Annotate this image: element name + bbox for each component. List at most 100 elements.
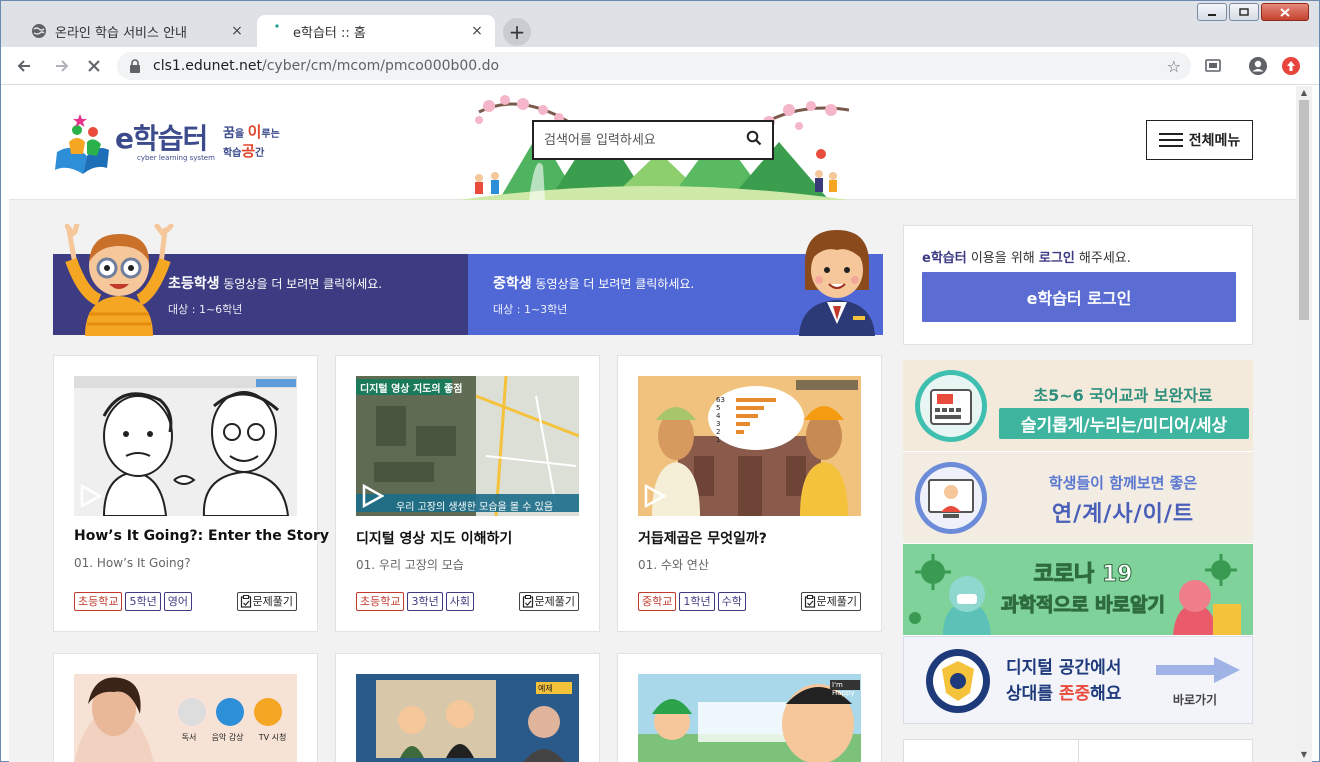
video-thumbnail[interactable]: I'm Happy — [638, 674, 861, 762]
video-unit: 01. 우리 고장의 모습 — [356, 558, 464, 572]
grade-tag: 1학년 — [679, 592, 715, 611]
promo-line1: 학생들이 함께보면 좋은 — [1048, 474, 1198, 492]
promo-covid19[interactable]: 코로나 19 과학적으로 바로알기 — [903, 544, 1253, 636]
promo-line2: 상대를 존중해요 — [1006, 684, 1122, 704]
promo-line2: 과학적으로 바로알기 — [1001, 594, 1166, 617]
arrow-right-icon — [1156, 657, 1240, 683]
middle-school-student-character — [799, 230, 875, 336]
thumbnail-caption: 우리 고장의 생생한 모습을 볼 수 있음 — [396, 502, 554, 513]
school-tag: 초등학교 — [356, 592, 405, 611]
video-card[interactable]: 예제 — [335, 653, 600, 762]
site-logo[interactable]: e학습터 cyber learning system 꿈을 이루는 학습공간 — [53, 108, 283, 178]
school-tag: 초등학교 — [74, 592, 123, 611]
play-icon[interactable] — [362, 484, 384, 508]
thumbnail-label: 예제 — [538, 684, 553, 693]
all-menu-label: 전체메뉴 — [1188, 133, 1241, 149]
banner-title: 초등학생 동영상을 더 보려면 클릭하세요. — [168, 275, 383, 292]
new-tab-button[interactable]: + — [503, 18, 531, 46]
tab-title: e학습터 :: 홈 — [293, 25, 366, 41]
thumbnail-label: I'm Happy — [832, 681, 855, 697]
forward-icon[interactable] — [51, 55, 73, 77]
logo-slogan: 꿈을 이루는 학습공간 — [222, 123, 280, 160]
url-path: /cyber/cm/mcom/pmco000b00.do — [262, 58, 500, 74]
video-unit: 01. 수와 연산 — [638, 558, 709, 572]
monitor-person-icon — [915, 462, 987, 534]
close-icon[interactable]: × — [229, 23, 245, 39]
loading-icon — [269, 23, 285, 39]
police-emblem-icon — [926, 649, 990, 713]
quiz-button[interactable]: 문제풀기 — [800, 592, 861, 611]
login-message: e학습터 이용을 위해 로그인 해주세요. — [922, 251, 1131, 266]
clipboard-icon — [804, 595, 815, 608]
video-thumbnail[interactable]: 디지털 영상 지도의 좋점 우리 고장의 생생한 모습을 볼 수 있음 — [356, 376, 579, 516]
video-card[interactable]: 독서 음악 감상 TV 시청 — [53, 653, 318, 762]
video-thumbnail[interactable] — [74, 376, 297, 516]
login-button[interactable]: e학습터 로그인 — [922, 272, 1236, 322]
promo-line1: 디지털 공간에서 — [1006, 658, 1122, 678]
back-icon[interactable] — [13, 55, 35, 77]
update-icon[interactable] — [1280, 55, 1302, 77]
exponent-thumbnail-image — [638, 376, 861, 516]
video-card[interactable]: 디지털 영상 지도의 좋점 우리 고장의 생생한 모습을 볼 수 있음 디지털 … — [335, 355, 600, 632]
all-menu-button[interactable]: 전체메뉴 — [1146, 120, 1253, 160]
tab-online-guide[interactable]: 온라인 학습 서비스 안내 × — [19, 15, 255, 47]
search-icon[interactable] — [746, 130, 762, 150]
stop-loading-icon[interactable] — [83, 55, 105, 77]
video-card[interactable]: How’s It Going?: Enter the Story 01. How… — [53, 355, 329, 632]
globe-icon — [31, 23, 47, 39]
promo-line1: 코로나 19 — [1033, 562, 1133, 588]
minimize-button[interactable] — [1197, 3, 1227, 21]
bookmark-star-icon[interactable]: ☆ — [1167, 57, 1181, 76]
scroll-down-icon[interactable]: ▼ — [1296, 748, 1312, 762]
login-card: e학습터 이용을 위해 로그인 해주세요. e학습터 로그인 — [903, 225, 1253, 345]
video-card[interactable]: I'm Happy — [617, 653, 882, 762]
video-unit: 01. How’s It Going? — [74, 556, 191, 570]
site-search — [532, 120, 774, 160]
video-title[interactable]: 거듭제곱은 무엇일까? — [638, 528, 868, 548]
promo-linked-sites[interactable]: 학생들이 함께보면 좋은 연/계/사/이/트 — [903, 452, 1253, 544]
promo-media-literacy[interactable]: 초5~6 국어교과 보완자료 슬기롭게/누리는/미디어/세상 — [903, 360, 1253, 452]
promo-link[interactable]: 바로가기 — [1160, 691, 1230, 708]
quiz-button[interactable]: 문제풀기 — [236, 592, 297, 611]
address-bar[interactable]: cls1.edunet.net/cyber/cm/mcom/pmco000b00… — [117, 52, 1191, 80]
grade-tag: 5학년 — [125, 592, 161, 611]
maximize-button[interactable] — [1229, 3, 1259, 21]
video-thumbnail[interactable]: 독서 음악 감상 TV 시청 — [74, 674, 297, 762]
cast-icon[interactable] — [1202, 55, 1224, 77]
banner-target: 대상 : 1~6학년 — [168, 302, 243, 316]
window-controls — [1197, 3, 1309, 21]
scroll-up-icon[interactable]: ▲ — [1296, 86, 1312, 100]
subject-tag: 영어 — [163, 592, 192, 611]
search-input[interactable] — [544, 132, 746, 148]
close-icon[interactable]: × — [469, 23, 485, 39]
scrollbar-thumb[interactable] — [1299, 100, 1309, 320]
video-title[interactable]: How’s It Going?: Enter the Story — [74, 528, 329, 544]
grade-tag: 3학년 — [407, 592, 443, 611]
clipboard-icon — [522, 595, 533, 608]
clipboard-icon — [240, 595, 251, 608]
logo-subtitle: cyber learning system — [137, 154, 215, 162]
tab-title: 온라인 학습 서비스 안내 — [55, 25, 187, 41]
play-icon[interactable] — [80, 484, 102, 508]
tab-ehakseupteo-home[interactable]: e학습터 :: 홈 × — [257, 15, 495, 47]
promo-digital-respect[interactable]: 디지털 공간에서 상대를 존중해요 바로가기 — [903, 636, 1253, 724]
window-close-button[interactable] — [1261, 3, 1309, 21]
url-host: cls1.edunet.net — [153, 58, 263, 74]
school-tag: 중학교 — [638, 592, 677, 611]
hobby-thumbnail-image — [74, 674, 297, 762]
profile-icon[interactable] — [1247, 55, 1269, 77]
logo-mark-icon — [53, 112, 111, 174]
video-thumbnail[interactable]: 예제 — [356, 674, 579, 762]
video-card[interactable]: 63 5 4 3 2 1 거듭제곱은 무엇일까? 01. 수와 연산 중학교 1학년 수학… — [617, 355, 882, 632]
quiz-button[interactable]: 문제풀기 — [518, 592, 579, 611]
video-title[interactable]: 디지털 영상 지도 이해하기 — [356, 528, 586, 548]
happy-thumbnail-image — [638, 674, 861, 762]
video-thumbnail[interactable]: 63 5 4 3 2 1 — [638, 376, 861, 516]
thumbnail-label: 디지털 영상 지도의 좋점 — [360, 384, 463, 395]
play-icon[interactable] — [644, 484, 666, 508]
page-scrollbar[interactable]: ▲ ▼ — [1296, 86, 1312, 762]
keyboard-icon — [915, 370, 987, 442]
tab-strip: 온라인 학습 서비스 안내 × e학습터 :: 홈 × + — [1, 1, 1319, 47]
promo-line1: 초5~6 국어교과 보완자료 — [1033, 386, 1213, 405]
promo-line2: 슬기롭게/누리는/미디어/세상 — [999, 408, 1249, 439]
